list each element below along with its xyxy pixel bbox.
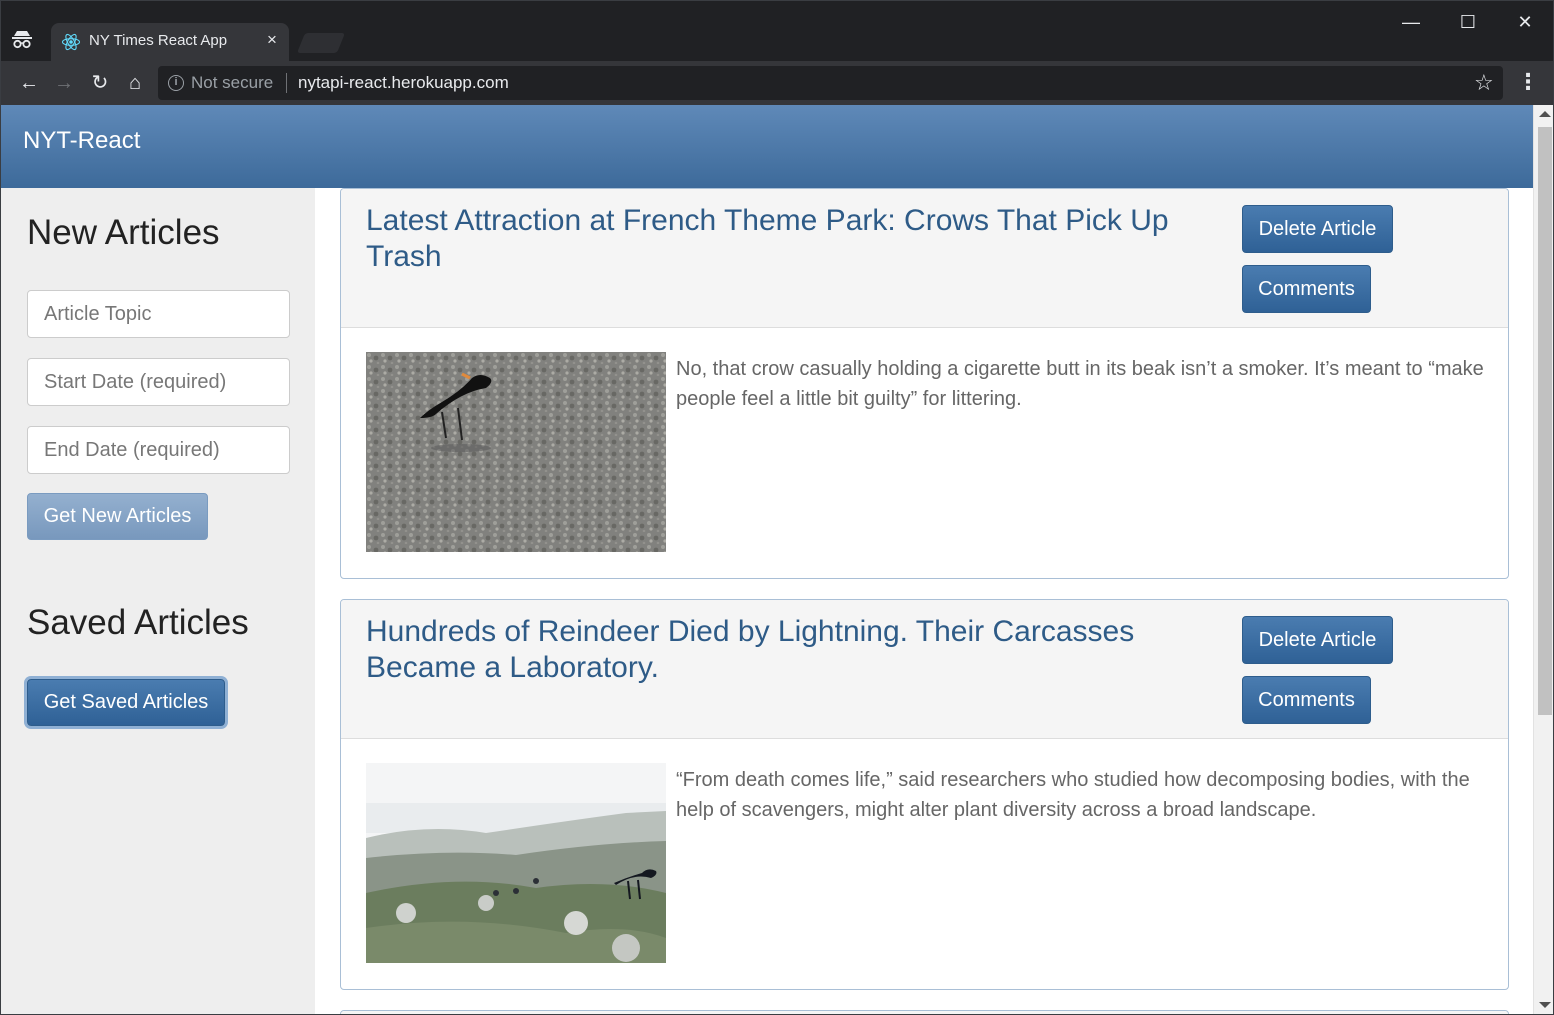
end-date-input[interactable] <box>27 426 290 474</box>
comments-button[interactable]: Comments <box>1242 676 1371 724</box>
tab-ny-times-react-app[interactable]: NY Times React App × <box>51 23 289 61</box>
app-navbar: NYT-React <box>1 105 1533 188</box>
sidebar: New Articles Get New Articles Saved Arti… <box>1 188 315 1014</box>
bookmark-star-icon[interactable]: ☆ <box>1474 70 1494 96</box>
article-snippet: No, that crow casually holding a cigaret… <box>676 358 1484 410</box>
info-icon[interactable]: i <box>168 75 184 91</box>
incognito-icon <box>12 31 32 49</box>
page-viewport: NYT-React New Articles Get New Articles … <box>1 105 1533 1014</box>
address-bar[interactable]: i Not secure nytapi-react.herokuapp.com … <box>158 66 1503 100</box>
start-date-input[interactable] <box>27 358 290 406</box>
back-icon[interactable]: ← <box>15 69 43 97</box>
browser-toolbar: ← → ↻ ⌂ i Not secure nytapi-react.heroku… <box>1 61 1553 105</box>
new-articles-heading: New Articles <box>27 213 220 252</box>
article-card-partial <box>340 1010 1509 1014</box>
comments-button[interactable]: Comments <box>1242 265 1371 313</box>
tab-title: NY Times React App <box>89 32 228 49</box>
browser-titlebar: NY Times React App × — ☐ ✕ <box>1 1 1553 61</box>
address-separator <box>286 73 287 93</box>
maximize-icon[interactable]: ☐ <box>1445 7 1491 37</box>
scroll-up-arrow-icon[interactable] <box>1539 111 1551 117</box>
scrollbar-thumb[interactable] <box>1538 127 1552 715</box>
article-snippet: “From death comes life,” said researcher… <box>676 769 1470 821</box>
article-list: Latest Attraction at French Theme Park: … <box>340 188 1509 1014</box>
article-header: Hundreds of Reindeer Died by Lightning. … <box>341 600 1508 739</box>
scroll-down-arrow-icon[interactable] <box>1539 1002 1551 1008</box>
get-new-articles-button[interactable]: Get New Articles <box>27 493 208 540</box>
article-header <box>341 1011 1508 1014</box>
minimize-icon[interactable]: — <box>1388 7 1434 37</box>
article-image <box>366 352 666 552</box>
delete-article-button[interactable]: Delete Article <box>1242 616 1393 664</box>
browser-menu-icon[interactable]: ⋮ <box>1517 69 1539 97</box>
article-card: Latest Attraction at French Theme Park: … <box>340 188 1509 579</box>
react-icon <box>61 33 81 51</box>
reload-icon[interactable]: ↻ <box>86 69 114 97</box>
saved-articles-heading: Saved Articles <box>27 603 249 642</box>
article-title[interactable]: Latest Attraction at French Theme Park: … <box>366 203 1206 275</box>
article-card: Hundreds of Reindeer Died by Lightning. … <box>340 599 1509 990</box>
delete-article-button[interactable]: Delete Article <box>1242 205 1393 253</box>
app-brand[interactable]: NYT-React <box>23 127 140 155</box>
get-saved-articles-button[interactable]: Get Saved Articles <box>27 679 225 726</box>
article-title[interactable]: Hundreds of Reindeer Died by Lightning. … <box>366 614 1206 686</box>
article-header: Latest Attraction at French Theme Park: … <box>341 189 1508 328</box>
article-image <box>366 763 666 963</box>
new-tab-button[interactable] <box>296 33 346 53</box>
url-text[interactable]: nytapi-react.herokuapp.com <box>298 73 509 93</box>
forward-icon[interactable]: → <box>50 69 78 97</box>
close-window-icon[interactable]: ✕ <box>1502 7 1548 37</box>
browser-window: NY Times React App × — ☐ ✕ ← → ↻ ⌂ i Not… <box>0 0 1554 1015</box>
page-scrollbar[interactable] <box>1533 105 1553 1014</box>
tab-close-icon[interactable]: × <box>263 30 281 50</box>
security-label[interactable]: Not secure <box>191 73 273 93</box>
home-icon[interactable]: ⌂ <box>121 69 149 97</box>
article-topic-input[interactable] <box>27 290 290 338</box>
